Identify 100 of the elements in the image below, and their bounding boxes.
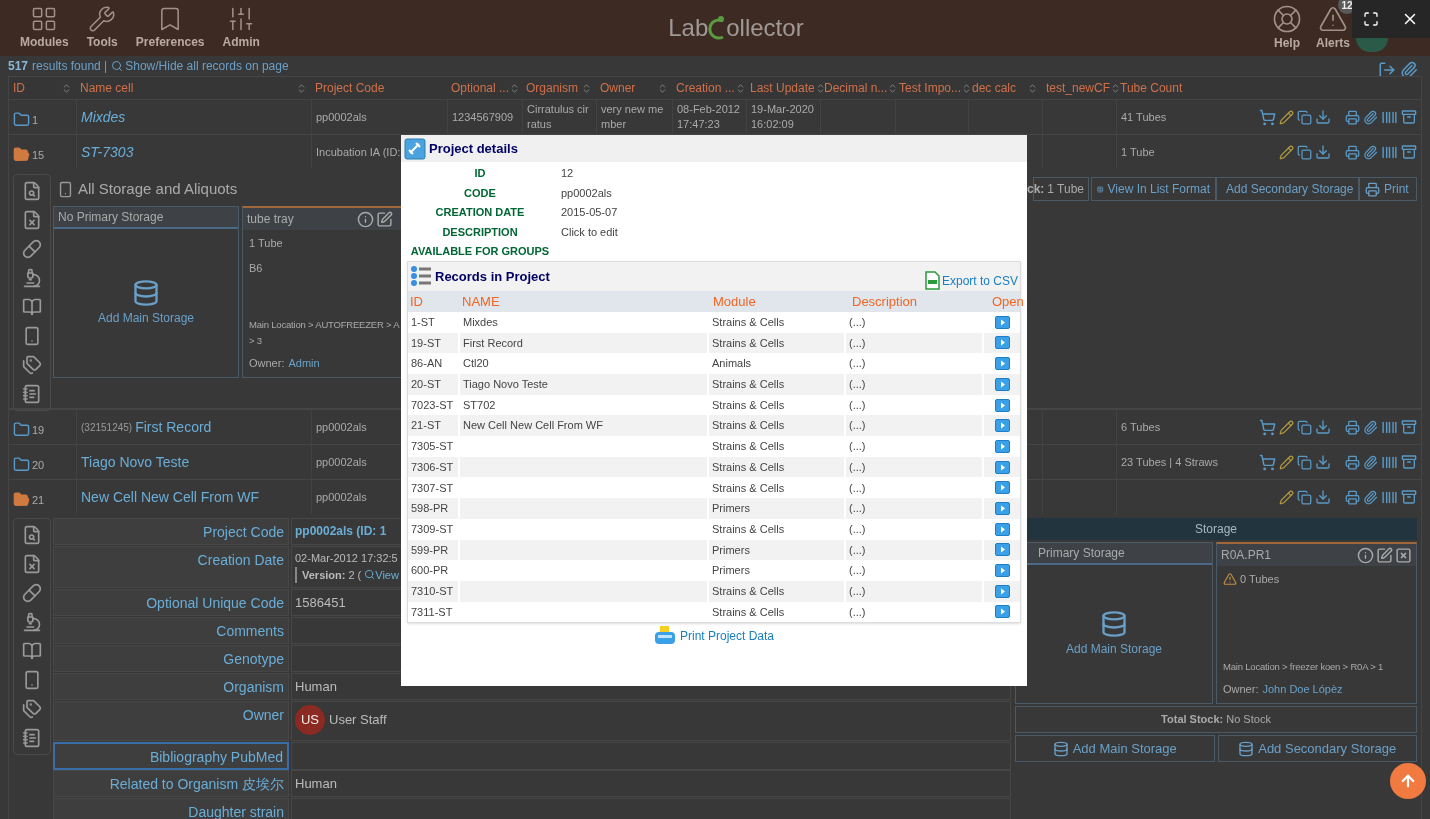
copy-icon[interactable]	[1297, 144, 1312, 160]
view-link[interactable]: View	[364, 566, 399, 583]
column-header[interactable]: Last Update	[746, 77, 820, 99]
project-code-link[interactable]: pp0002als (ID: 1	[295, 522, 387, 540]
book-icon[interactable]	[22, 297, 42, 317]
fullscreen-icon[interactable]	[1363, 11, 1379, 27]
storage-action-button[interactable]: Print	[1359, 177, 1417, 201]
pill-icon[interactable]	[22, 583, 42, 603]
edit-icon[interactable]	[1376, 546, 1393, 564]
column-header[interactable]: Decimal n...	[820, 77, 895, 99]
download-icon[interactable]	[1315, 144, 1331, 160]
copy-icon[interactable]	[1297, 109, 1312, 125]
nav-button[interactable]: Tools	[86, 5, 118, 51]
open-folder-icon[interactable]	[13, 491, 30, 508]
scroll-top-button[interactable]	[1390, 763, 1426, 799]
folder-icon[interactable]	[13, 456, 30, 473]
column-header[interactable]: ID	[9, 77, 76, 99]
file-x-icon[interactable]	[22, 554, 42, 574]
column-header[interactable]: test_newCF	[1042, 77, 1116, 99]
add-main-storage-button[interactable]: Add Main Storage	[54, 229, 238, 377]
open-record-icon[interactable]	[994, 398, 1010, 412]
owner-link[interactable]: Admin	[288, 354, 320, 371]
paperclip-icon[interactable]	[1363, 109, 1378, 125]
pencil-icon[interactable]	[1279, 144, 1294, 160]
column-header[interactable]: Owner	[596, 77, 672, 99]
open-record-icon[interactable]	[994, 357, 1010, 371]
printer-icon[interactable]	[1345, 109, 1360, 125]
column-header[interactable]: Optional ...	[447, 77, 522, 99]
column-header[interactable]: Organism	[522, 77, 596, 99]
paperclip-icon[interactable]	[1363, 144, 1378, 160]
nav-button[interactable]: Admin	[222, 5, 260, 51]
storage-action-button[interactable]: Add Main Storage	[1015, 735, 1215, 762]
column-header[interactable]: Project Code	[311, 77, 447, 99]
box-icon[interactable]	[1401, 109, 1417, 125]
download-icon[interactable]	[1315, 109, 1331, 125]
copy-icon[interactable]	[1297, 454, 1312, 470]
printer-icon[interactable]	[1345, 489, 1360, 505]
book-icon[interactable]	[22, 641, 42, 661]
tags-icon[interactable]	[22, 699, 42, 719]
column-header[interactable]: Tube Count	[1116, 77, 1421, 99]
open-record-icon[interactable]	[994, 522, 1010, 536]
paperclip-icon[interactable]	[1400, 61, 1418, 79]
record-name[interactable]: First Record	[135, 416, 212, 438]
download-icon[interactable]	[1315, 419, 1331, 435]
owner-link[interactable]: John Doe Lópèz	[1262, 680, 1343, 697]
open-record-icon[interactable]	[994, 605, 1010, 619]
pencil-icon[interactable]	[1279, 454, 1294, 470]
nav-button[interactable]: Modules	[20, 5, 69, 51]
notebook-icon[interactable]	[22, 384, 42, 404]
nav-button[interactable]: Help	[1272, 4, 1302, 52]
add-main-storage-button[interactable]: Add Main Storage	[1016, 565, 1212, 703]
paperclip-icon[interactable]	[1363, 419, 1378, 435]
file-x-icon[interactable]	[22, 210, 42, 230]
pill-icon[interactable]	[22, 239, 42, 259]
box-icon[interactable]	[1401, 454, 1417, 470]
open-record-icon[interactable]	[994, 439, 1010, 453]
show-hide-link[interactable]: Show/Hide all records on page	[111, 57, 289, 75]
folder-icon[interactable]	[13, 111, 30, 128]
file-search-icon[interactable]	[22, 181, 42, 201]
box-icon[interactable]	[1401, 489, 1417, 505]
open-record-icon[interactable]	[994, 564, 1010, 578]
storage-action-button[interactable]: View In List Format	[1091, 177, 1216, 201]
open-folder-icon[interactable]	[13, 146, 30, 163]
paperclip-icon[interactable]	[1363, 489, 1378, 505]
pencil-icon[interactable]	[1279, 419, 1294, 435]
printer-icon[interactable]	[1345, 144, 1360, 160]
edit-icon[interactable]	[376, 210, 393, 228]
box-icon[interactable]	[1401, 419, 1417, 435]
printer-icon[interactable]	[1345, 454, 1360, 470]
download-icon[interactable]	[1315, 454, 1331, 470]
column-header[interactable]: Test Impo...	[895, 77, 968, 99]
open-record-icon[interactable]	[994, 543, 1010, 557]
box-icon[interactable]	[1401, 144, 1417, 160]
phone-icon[interactable]	[22, 670, 42, 690]
info-icon[interactable]	[1357, 546, 1374, 564]
download-icon[interactable]	[1315, 489, 1331, 505]
tags-icon[interactable]	[22, 355, 42, 375]
record-name[interactable]: ST-7303	[81, 141, 134, 163]
paperclip-icon[interactable]	[1363, 454, 1378, 470]
copy-icon[interactable]	[1297, 419, 1312, 435]
open-record-icon[interactable]	[994, 584, 1010, 598]
file-search-icon[interactable]	[22, 525, 42, 545]
open-record-icon[interactable]	[994, 315, 1010, 329]
open-record-icon[interactable]	[994, 419, 1010, 433]
microscope-icon[interactable]	[22, 612, 42, 632]
copy-icon[interactable]	[1297, 489, 1312, 505]
printer-icon[interactable]	[1345, 419, 1360, 435]
export-csv-link[interactable]: Export to CSV	[924, 270, 1018, 291]
cart-icon[interactable]	[1259, 418, 1276, 436]
folder-icon[interactable]	[13, 421, 30, 438]
record-name[interactable]: New Cell New Cell From WF	[81, 486, 260, 508]
export-icon[interactable]	[1378, 61, 1396, 79]
notebook-icon[interactable]	[22, 728, 42, 748]
storage-action-button[interactable]: Add Secondary Storage	[1216, 177, 1359, 201]
open-record-icon[interactable]	[994, 336, 1010, 350]
cart-icon[interactable]	[1259, 108, 1276, 126]
info-icon[interactable]	[357, 210, 374, 228]
column-header[interactable]: Name cell	[76, 77, 311, 99]
open-record-icon[interactable]	[994, 377, 1010, 391]
pencil-icon[interactable]	[1279, 489, 1294, 505]
